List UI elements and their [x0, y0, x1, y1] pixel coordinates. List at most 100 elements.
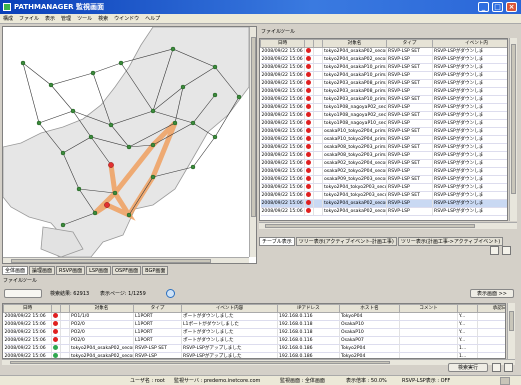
- event-row[interactable]: 2008/09/22 15:06 tokyo2P04_tokyo2P03_seco…: [260, 191, 507, 200]
- event-row[interactable]: 2008/09/22 15:06 tokyo2P04_osakaP10_prima…: [260, 63, 507, 72]
- menu-item-config[interactable]: 構成: [0, 14, 16, 24]
- bottom-menu-tools[interactable]: ツール: [22, 277, 37, 285]
- event-type: RSVP-LSP SET: [386, 127, 433, 136]
- result-ack-date: [477, 336, 505, 345]
- event-row[interactable]: 2008/09/22 15:06 tokyo2P04_osakaP02_secon…: [260, 207, 507, 216]
- event-row[interactable]: 2008/09/22 15:06 tokyo1P08_nagoyaP10_seco…: [260, 119, 507, 128]
- export-icon[interactable]: [502, 246, 511, 255]
- event-row[interactable]: 2008/09/22 15:06 osakaP02_tokyo2P04_secon…: [260, 159, 507, 168]
- tab-table-view[interactable]: チーブル表示: [259, 237, 295, 246]
- event-target: tokyo2P03_osakaP08_primar...: [322, 87, 387, 96]
- close-icon[interactable]: ×: [506, 2, 517, 12]
- alarm-status-icon: [306, 168, 311, 173]
- map-vertical-scrollbar[interactable]: [249, 27, 256, 257]
- tab-logical[interactable]: 論理画面: [29, 266, 56, 275]
- result-ack: Y...: [457, 336, 478, 345]
- refresh-circle-icon[interactable]: [166, 289, 175, 298]
- event-row[interactable]: 2008/09/22 15:06 tokyo2P04_osakaP02_secon…: [260, 199, 507, 208]
- col-header-type[interactable]: タイプ: [133, 304, 182, 313]
- event-row[interactable]: 2008/09/22 15:06 tokyo2P03_osakaP08_prima…: [260, 79, 507, 88]
- event-row[interactable]: 2008/09/22 15:06 osakaP02_tokyo2P04_secon…: [260, 167, 507, 176]
- event-row[interactable]: 2008/09/22 15:06 osakaP08_tokyo2P03_prima…: [260, 151, 507, 160]
- event-row[interactable]: 2008/09/22 15:06 tokyo2P03_osakaP10_prima…: [260, 95, 507, 104]
- menu-item-tools[interactable]: ツール: [74, 14, 95, 24]
- print-icon[interactable]: [492, 363, 501, 372]
- menu-item-file[interactable]: ファイル: [16, 14, 42, 24]
- event-row[interactable]: 2008/09/22 15:06 osakaP10_tokyo2P04_prima…: [260, 127, 507, 136]
- search-execute-button[interactable]: 検索実行: [448, 363, 488, 372]
- col-header-time[interactable]: 日時: [3, 304, 52, 313]
- event-row[interactable]: 2008/09/22 15:06 tokyo1P08_nagoyaP02_seco…: [260, 111, 507, 120]
- col-header-event[interactable]: イベント内容: [181, 304, 278, 313]
- result-target: PO1/1/0: [69, 312, 134, 321]
- col-header-ack-date[interactable]: 承認日: [477, 304, 505, 313]
- event-row[interactable]: 2008/09/22 15:06 tokyo2P04_osakaP10_prima…: [260, 71, 507, 80]
- col-header-flag[interactable]: [313, 39, 323, 48]
- event-table-vscroll[interactable]: [509, 38, 517, 221]
- minimize-icon[interactable]: _: [478, 2, 489, 12]
- result-row[interactable]: 2008/09/22 15:06 PO2/0 L1PORT ポートがダウンしました 19…: [3, 328, 505, 337]
- result-row[interactable]: 2008/09/22 15:06 tokyo2P04_osakaP02_secon…: [3, 344, 505, 353]
- result-row[interactable]: 2008/09/22 15:06 PO2/0 L1PORT L1ポートがダウンしました…: [3, 320, 505, 329]
- col-header-event[interactable]: イベント内: [432, 39, 507, 48]
- event-type: RSVP-LSP: [386, 135, 433, 144]
- col-header-time[interactable]: 日時: [260, 39, 305, 48]
- result-table-hscroll[interactable]: [2, 359, 515, 365]
- menu-item-view[interactable]: 表示: [42, 14, 58, 24]
- menu-item-help[interactable]: ヘルプ: [142, 14, 163, 24]
- flag-cell: [313, 111, 323, 120]
- title-bar: PATHMANAGER 監視画面 _ □ ×: [0, 0, 521, 14]
- col-header-host[interactable]: ホスト名: [339, 304, 400, 313]
- maximize-icon[interactable]: □: [492, 2, 503, 12]
- event-row[interactable]: 2008/09/22 15:06 tokyo1P08_nagoyaP02_seco…: [260, 103, 507, 112]
- flag-cell: [313, 63, 323, 72]
- menu-item-manage[interactable]: 管理: [58, 14, 74, 24]
- bottom-menu-file[interactable]: ファイル: [3, 277, 23, 285]
- network-map[interactable]: [3, 27, 249, 257]
- resize-grip-icon[interactable]: [500, 377, 510, 385]
- next-page-button[interactable]: 表示画面 >>: [470, 289, 514, 298]
- result-row[interactable]: 2008/09/22 15:06 PO1/1/0 L1PORT ポートがダウンしました…: [3, 312, 505, 321]
- app-icon: [3, 3, 11, 11]
- col-header-extra[interactable]: [457, 304, 478, 313]
- event-row[interactable]: 2008/09/22 15:06 tokyo2P04_tokyo2P03_seco…: [260, 183, 507, 192]
- page-number-input[interactable]: [4, 289, 42, 298]
- col-header-status[interactable]: [51, 304, 61, 313]
- col-header-ip[interactable]: IPアドレス: [277, 304, 340, 313]
- event-target: osakaP09_tokyo2P03_secon...: [322, 175, 387, 184]
- top-menu-tools[interactable]: ツール: [280, 28, 295, 36]
- result-table-vscroll[interactable]: [507, 303, 515, 359]
- tab-bgp[interactable]: BGP画面: [142, 266, 169, 275]
- event-row[interactable]: 2008/09/22 15:06 osakaP10_tokyo2P04_prima…: [260, 135, 507, 144]
- result-ack: Y...: [457, 312, 478, 321]
- result-type: L1PORT: [133, 312, 182, 321]
- tab-overview[interactable]: 全体画面: [2, 266, 29, 275]
- event-table-hscroll[interactable]: [259, 222, 517, 229]
- tab-tree-active[interactable]: ツリー表示(アクティブイベント-計画工事): [295, 237, 397, 246]
- export-icon[interactable]: [504, 363, 513, 372]
- menu-item-window[interactable]: ウインドウ: [111, 14, 142, 24]
- col-header-status[interactable]: [304, 39, 314, 48]
- event-row[interactable]: 2008/09/22 15:06 tokyo2P03_osakaP08_prima…: [260, 87, 507, 96]
- event-description: RSVP-LSPがダウンしま: [432, 175, 507, 184]
- tab-rsvp[interactable]: RSVP画面: [56, 266, 86, 275]
- event-row[interactable]: 2008/09/22 15:06 osakaP09_tokyo2P03_secon…: [260, 175, 507, 184]
- top-menu-file[interactable]: ファイル: [261, 28, 281, 36]
- col-header-type[interactable]: タイプ: [386, 39, 433, 48]
- event-row[interactable]: 2008/09/22 15:06 tokyo2P04_osakaP02_secon…: [260, 55, 507, 64]
- flag-cell: [60, 344, 70, 353]
- menu-item-search[interactable]: 検索: [95, 14, 111, 24]
- event-row[interactable]: 2008/09/22 15:06 tokyo2P04_osakaP02_secon…: [260, 47, 507, 56]
- event-description: RSVP-LSPがダウンしま: [432, 95, 507, 104]
- result-row[interactable]: 2008/09/22 15:06 PO2/0 L1PORT ポートがダウンしました 19…: [3, 336, 505, 345]
- event-row[interactable]: 2008/09/22 15:06 osakaP08_tokyo2P03_prima…: [260, 143, 507, 152]
- col-header-target[interactable]: 対象名: [69, 304, 134, 313]
- col-header-target[interactable]: 対象名: [322, 39, 387, 48]
- map-horizontal-scrollbar[interactable]: [3, 257, 249, 263]
- col-header-flag[interactable]: [60, 304, 70, 313]
- col-header-comment[interactable]: コメント: [399, 304, 458, 313]
- tab-lsp[interactable]: LSP画面: [86, 266, 112, 275]
- tab-ospf[interactable]: OSPF画面: [112, 266, 142, 275]
- tab-tree-planned[interactable]: ツリー表示(計画工事->アクティブイベント): [397, 237, 504, 246]
- refresh-icon[interactable]: [490, 246, 499, 255]
